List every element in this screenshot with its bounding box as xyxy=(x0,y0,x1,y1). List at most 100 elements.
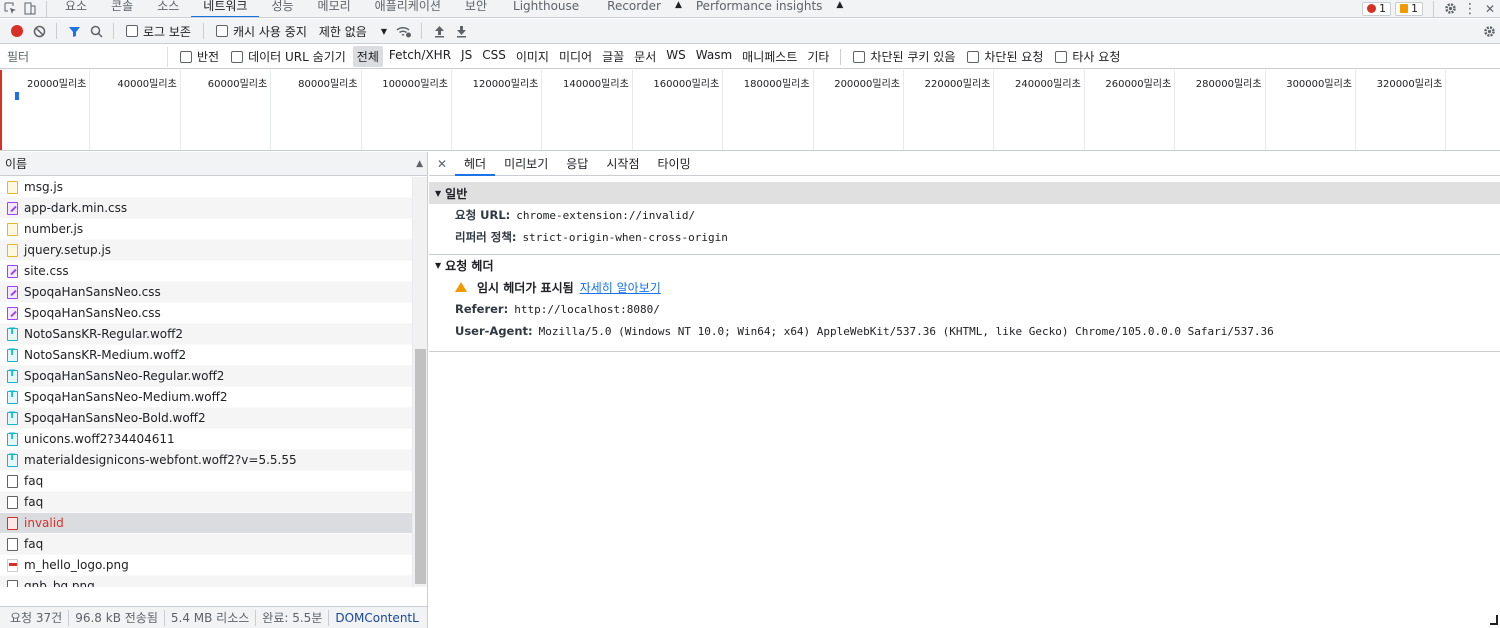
warning-count: 1 xyxy=(1411,2,1418,15)
tab-1[interactable]: 콘솔 xyxy=(99,0,145,17)
close-devtools-icon[interactable]: ✕ xyxy=(1480,0,1500,17)
type-filter-2[interactable]: JS xyxy=(457,46,476,67)
inspect-element-icon[interactable] xyxy=(0,0,20,17)
error-counter[interactable]: 1 xyxy=(1362,1,1391,16)
blocked-cookies-checkbox[interactable]: 차단된 쿠키 있음 xyxy=(853,48,955,65)
request-row[interactable]: invalid xyxy=(0,513,412,534)
request-name: faq xyxy=(24,474,44,488)
request-row[interactable]: NotoSansKR-Regular.woff2 xyxy=(0,324,412,345)
export-har-button[interactable] xyxy=(450,20,472,42)
warning-counter[interactable]: 1 xyxy=(1395,1,1423,16)
request-row[interactable]: gnb_bg.png xyxy=(0,576,412,587)
type-filter-1[interactable]: Fetch/XHR xyxy=(385,46,455,67)
hide-data-urls-checkbox[interactable]: 데이터 URL 숨기기 xyxy=(231,48,346,65)
resize-corner-icon[interactable] xyxy=(1490,615,1498,625)
name-column-header[interactable]: 이름 ▲ xyxy=(0,152,427,176)
record-icon xyxy=(11,25,23,37)
network-settings-button[interactable] xyxy=(1478,20,1500,42)
details-tab-1[interactable]: 미리보기 xyxy=(495,152,557,176)
request-row[interactable]: app-dark.min.css xyxy=(0,198,412,219)
request-row[interactable]: materialdesignicons-webfont.woff2?v=5.5.… xyxy=(0,450,412,471)
err-file-icon xyxy=(7,516,18,530)
throttling-select[interactable]: 제한 없음 ▼ xyxy=(319,23,387,40)
timeline-tick: 160000밀리초 xyxy=(633,70,724,150)
clear-button[interactable] xyxy=(28,20,50,42)
timeline-tick: 320000밀리초 xyxy=(1356,70,1447,150)
type-filter-4[interactable]: 이미지 xyxy=(512,46,553,67)
record-button[interactable] xyxy=(6,20,28,42)
request-row[interactable]: SpoqaHanSansNeo-Bold.woff2 xyxy=(0,408,412,429)
scrollbar-thumb[interactable] xyxy=(415,349,426,584)
request-name: number.js xyxy=(24,222,84,236)
learn-more-link[interactable]: 자세히 알아보기 xyxy=(580,279,661,296)
request-row[interactable]: SpoqaHanSansNeo.css xyxy=(0,303,412,324)
tab-6[interactable]: 애플리케이션 xyxy=(363,0,453,17)
type-filter-9[interactable]: Wasm xyxy=(692,46,736,67)
disable-cache-checkbox[interactable]: 캐시 사용 중지 xyxy=(215,23,307,40)
type-filter-7[interactable]: 문서 xyxy=(630,46,660,67)
request-row[interactable]: faq xyxy=(0,534,412,555)
tab-5[interactable]: 메모리 xyxy=(306,0,363,17)
type-filter-5[interactable]: 미디어 xyxy=(555,46,596,67)
request-name: SpoqaHanSansNeo-Regular.woff2 xyxy=(24,369,225,383)
network-conditions-button[interactable] xyxy=(393,20,415,42)
tab-0[interactable]: 요소 xyxy=(53,0,99,17)
timeline-tick: 60000밀리초 xyxy=(181,70,272,150)
type-filter-10[interactable]: 매니페스트 xyxy=(738,46,801,67)
request-row[interactable]: SpoqaHanSansNeo.css xyxy=(0,282,412,303)
request-row[interactable]: number.js xyxy=(0,219,412,240)
request-name: faq xyxy=(24,495,44,509)
details-tab-0[interactable]: 헤더 xyxy=(455,152,496,176)
tab-9[interactable]: Recorder xyxy=(593,0,675,17)
blocked-requests-checkbox[interactable]: 차단된 요청 xyxy=(967,48,1043,65)
request-row[interactable]: m_hello_logo.png xyxy=(0,555,412,576)
tab-4[interactable]: 성능 xyxy=(259,0,305,17)
upload-icon xyxy=(434,25,444,37)
request-row[interactable]: faq xyxy=(0,492,412,513)
request-row[interactable]: NotoSansKR-Medium.woff2 xyxy=(0,345,412,366)
device-toolbar-icon[interactable] xyxy=(20,0,40,17)
network-overview-timeline[interactable]: 20000밀리초 40000밀리초 60000밀리초 80000밀리초 100000밀리… xyxy=(0,70,1500,151)
type-filter-3[interactable]: CSS xyxy=(478,46,510,67)
details-tab-3[interactable]: 시작점 xyxy=(597,152,648,176)
details-tab-4[interactable]: 타이밍 xyxy=(648,152,699,176)
close-details-icon[interactable]: ✕ xyxy=(429,157,455,171)
warning-icon xyxy=(1400,4,1408,13)
invert-checkbox[interactable]: 반전 xyxy=(180,48,219,65)
type-filter-11[interactable]: 기타 xyxy=(803,46,833,67)
preserve-log-checkbox[interactable]: 로그 보존 xyxy=(126,23,191,40)
settings-gear-icon[interactable] xyxy=(1440,0,1460,17)
details-tab-2[interactable]: 응답 xyxy=(557,152,597,176)
type-filter-0[interactable]: 전체 xyxy=(352,46,383,67)
type-filter-6[interactable]: 글꼴 xyxy=(598,46,628,67)
font-file-icon xyxy=(7,453,18,467)
tab-7[interactable]: 보안 xyxy=(453,0,499,17)
request-row[interactable]: msg.js xyxy=(0,177,412,198)
type-filter-8[interactable]: WS xyxy=(662,46,689,67)
filter-toggle-button[interactable] xyxy=(63,20,85,42)
third-party-checkbox[interactable]: 타사 요청 xyxy=(1055,48,1120,65)
import-har-button[interactable] xyxy=(428,20,450,42)
tab-3[interactable]: 네트워크 xyxy=(191,0,260,17)
sort-arrow-icon: ▲ xyxy=(416,158,423,169)
referer-header-row: Referer: http://localhost:8080/ xyxy=(455,302,660,316)
request-name: SpoqaHanSansNeo.css xyxy=(24,285,161,299)
more-options-icon[interactable]: ⋮ xyxy=(1460,0,1480,17)
img-file-icon xyxy=(7,558,18,572)
request-list-scrollbar[interactable] xyxy=(412,177,427,587)
request-row[interactable]: SpoqaHanSansNeo-Medium.woff2 xyxy=(0,387,412,408)
filter-input[interactable]: 필터 xyxy=(2,46,168,67)
general-section-header[interactable]: ▼ 일반 xyxy=(429,182,1500,204)
request-headers-section-header[interactable]: ▼ 요청 헤더 xyxy=(429,254,1500,276)
search-button[interactable] xyxy=(85,20,107,42)
request-row[interactable]: faq xyxy=(0,471,412,492)
tab-8[interactable]: Lighthouse xyxy=(499,0,593,17)
request-row[interactable]: jquery.setup.js xyxy=(0,240,412,261)
request-row[interactable]: site.css xyxy=(0,261,412,282)
request-row[interactable]: SpoqaHanSansNeo-Regular.woff2 xyxy=(0,366,412,387)
js-file-icon xyxy=(7,243,18,257)
request-row[interactable]: unicons.woff2?34404611 xyxy=(0,429,412,450)
wifi-settings-icon xyxy=(396,26,411,37)
tab-10[interactable]: Performance insights xyxy=(682,0,837,17)
tab-2[interactable]: 소스 xyxy=(145,0,191,17)
